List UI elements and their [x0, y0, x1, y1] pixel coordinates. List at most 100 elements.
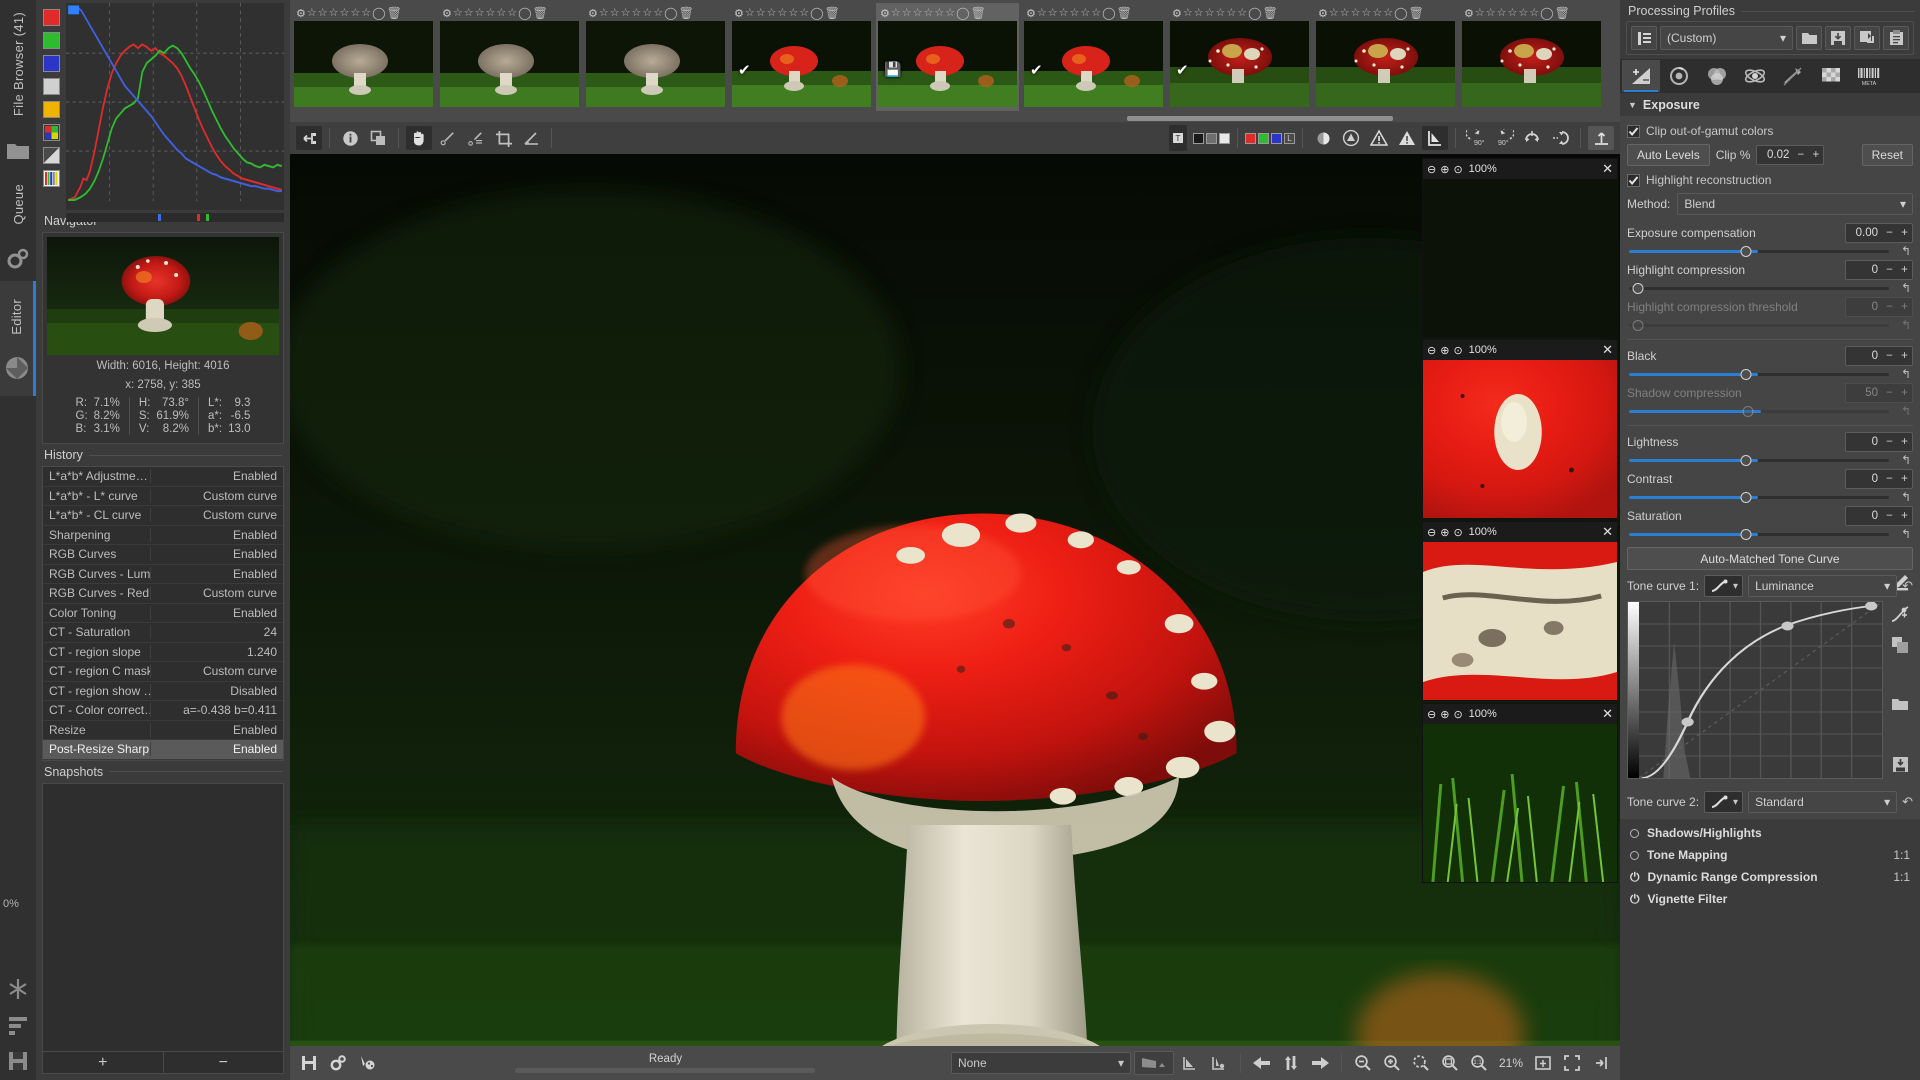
slider-spinner[interactable]: 0− + [1845, 297, 1913, 317]
tool-row-tone-mapping[interactable]: Tone Mapping 1:1 [1620, 844, 1920, 866]
slider-spinner[interactable]: 0.00− + [1845, 223, 1913, 243]
rating-star[interactable]: ☆ [361, 7, 371, 19]
rating-star[interactable]: ☆ [924, 7, 934, 19]
reset-button[interactable]: Reset [1861, 144, 1913, 166]
sort-icon[interactable] [5, 1012, 31, 1038]
tool-row-vignette-filter[interactable]: ⏻ Vignette Filter [1620, 888, 1920, 910]
channel-swatch-luminance[interactable]: L [1284, 132, 1295, 144]
load-profile-icon[interactable] [1796, 26, 1822, 50]
clip-swatch-black[interactable] [1193, 132, 1204, 144]
slider-track[interactable]: ↰ [1627, 318, 1913, 332]
slider-spinner[interactable]: 0− + [1845, 469, 1913, 489]
slider-highlight-compression[interactable]: Highlight compression 0− + ↰ [1627, 260, 1913, 295]
trash-icon[interactable]: 🗑 [1409, 7, 1424, 19]
clip-swatch-gray[interactable] [1206, 132, 1217, 144]
processing-profile-icon[interactable]: ⚙ [1172, 7, 1182, 20]
slider-reset-icon[interactable]: ↰ [1901, 453, 1911, 467]
history-row[interactable]: CT - region C mask Custom curve [43, 662, 283, 682]
rating-star[interactable]: ☆ [767, 7, 777, 19]
thumbnail-image[interactable] [1462, 21, 1601, 107]
queue-button[interactable] [325, 1051, 351, 1075]
processing-profile-icon[interactable]: ⚙ [734, 7, 744, 20]
zoom-out-icon[interactable]: ⊖ [1427, 526, 1436, 539]
circle-icon[interactable] [1630, 850, 1639, 860]
rating-star[interactable]: ☆ [496, 7, 506, 19]
rating-star[interactable]: ☆ [1475, 7, 1485, 19]
tab-advanced[interactable] [1736, 60, 1774, 92]
decrement-icon[interactable]: − [1882, 227, 1897, 239]
copy-profile-icon[interactable] [1854, 26, 1880, 50]
color-label-icon[interactable]: ◯ [664, 7, 677, 19]
history-row[interactable]: RGB Curves Enabled [43, 545, 283, 565]
tone-curve-1-mode-select[interactable]: Luminance ▾ [1748, 575, 1898, 597]
rating-star[interactable]: ☆ [902, 7, 912, 19]
increment-icon[interactable]: + [1897, 510, 1912, 522]
gamut-warning-icon[interactable] [1338, 126, 1364, 150]
decrement-icon[interactable]: − [1882, 436, 1897, 448]
increment-icon[interactable]: + [1897, 301, 1912, 313]
zoom-fit-button[interactable] [1408, 1051, 1434, 1075]
add-snapshot-button[interactable]: + [43, 1052, 163, 1073]
circle-icon[interactable] [1630, 828, 1639, 838]
rating-star[interactable]: ☆ [307, 7, 317, 19]
zoom-100-icon[interactable]: ⊙ [1453, 344, 1462, 357]
filmstrip-thumbnail[interactable]: ⚙ ☆ ☆ ☆ ☆ ☆ ☆ ◯ 🗑 [438, 3, 581, 111]
histogram-toggle-raw[interactable] [42, 124, 60, 141]
thumbnail-image[interactable]: ✔ [1170, 21, 1309, 107]
rating-star[interactable]: ☆ [1529, 7, 1539, 19]
zoom-100-icon[interactable]: ⊙ [1453, 708, 1462, 721]
zoom-in-button[interactable] [1379, 1051, 1405, 1075]
history-row[interactable]: CT - region slope 1.240 [43, 643, 283, 662]
slider-saturation[interactable]: Saturation 0− + ↰ [1627, 506, 1913, 541]
slider-spinner[interactable]: 0− + [1845, 432, 1913, 452]
history-section-header[interactable]: History [36, 444, 290, 464]
rating-star[interactable]: ☆ [453, 7, 463, 19]
sidebar-item-file-browser[interactable]: File Browser (41) [11, 0, 26, 128]
history-row[interactable]: L*a*b* - L* curve Custom curve [43, 487, 283, 506]
processing-profile-icon[interactable]: ⚙ [1464, 7, 1474, 20]
slider-highlight-compression-threshold[interactable]: Highlight compression threshold 0− + ↰ [1627, 297, 1913, 332]
color-label-icon[interactable]: ◯ [1540, 7, 1553, 19]
zoom-fit-crop-button[interactable] [1437, 1051, 1463, 1075]
curve-copy-icon[interactable] [1891, 636, 1909, 657]
rating-star[interactable]: ☆ [1340, 7, 1350, 19]
toggle-filmstrip-button[interactable] [1588, 1051, 1614, 1075]
white-balance-picker-button[interactable] [434, 126, 460, 150]
rating-star[interactable]: ☆ [1518, 7, 1528, 19]
rating-star[interactable]: ☆ [1048, 7, 1058, 19]
rating-star[interactable]: ☆ [632, 7, 642, 19]
preview-sharpening-icon[interactable] [1422, 126, 1448, 150]
rating-star[interactable]: ☆ [1205, 7, 1215, 19]
tab-exposure[interactable] [1622, 60, 1660, 92]
slider-reset-icon[interactable]: ↰ [1901, 404, 1911, 418]
increment-icon[interactable]: + [1808, 149, 1823, 161]
rating-star[interactable]: ☆ [1194, 7, 1204, 19]
history-row[interactable]: L*a*b* Adjustme… Enabled [43, 467, 283, 487]
color-label-icon[interactable]: ◯ [956, 7, 969, 19]
save-profile-icon[interactable] [1825, 26, 1851, 50]
auto-levels-button[interactable]: Auto Levels [1627, 144, 1710, 166]
rating-star[interactable]: ☆ [599, 7, 609, 19]
slider-lightness[interactable]: Lightness 0− + ↰ [1627, 432, 1913, 467]
filmstrip-thumbnail[interactable]: ⚙ ☆ ☆ ☆ ☆ ☆ ☆ ◯ 🗑 ✔ [1168, 3, 1311, 111]
channel-swatch-red[interactable] [1245, 132, 1256, 144]
soft-proof-button[interactable] [1133, 1051, 1174, 1075]
decrement-icon[interactable]: − [1882, 264, 1897, 276]
flip-vertical-icon[interactable] [1519, 126, 1545, 150]
history-row[interactable]: CT - region show … Disabled [43, 682, 283, 701]
history-row[interactable]: Resize Enabled [43, 721, 283, 740]
auto-matched-tone-curve-button[interactable]: Auto-Matched Tone Curve [1627, 547, 1913, 570]
increment-icon[interactable]: + [1897, 387, 1912, 399]
curve-save-icon[interactable] [1892, 756, 1909, 776]
trash-icon[interactable]: 🗑 [1555, 7, 1570, 19]
decrement-icon[interactable]: − [1793, 149, 1808, 161]
rating-star[interactable]: ☆ [642, 7, 652, 19]
before-after-toggle-button[interactable] [1278, 1051, 1304, 1075]
zoom-out-icon[interactable]: ⊖ [1427, 708, 1436, 721]
snapshots-list[interactable] [43, 784, 283, 1052]
rotate-right-90-icon[interactable]: 90° [1491, 126, 1517, 150]
slider-spinner[interactable]: 50− + [1845, 383, 1913, 403]
color-label-icon[interactable]: ◯ [372, 7, 385, 19]
clip-percent-spinner[interactable]: 0.02 − + [1756, 145, 1825, 165]
clip-out-of-gamut-row[interactable]: Clip out-of-gamut colors [1627, 124, 1913, 138]
